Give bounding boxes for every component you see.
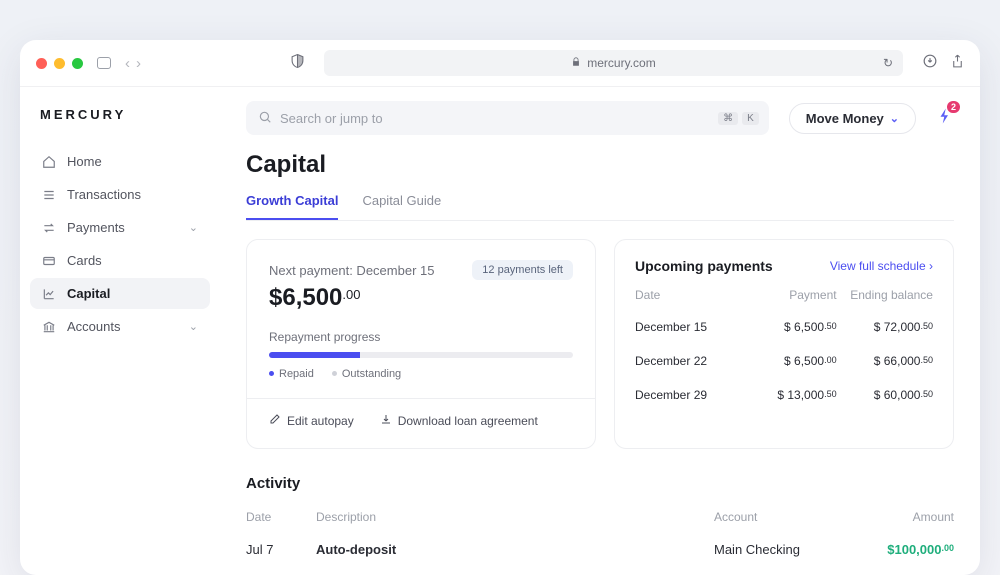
next-payment-card: Next payment: December 15 12 payments le…	[246, 239, 596, 449]
keyboard-hint: ⌘ K	[718, 112, 759, 125]
move-money-button[interactable]: Move Money ⌄	[789, 103, 916, 134]
url-host: mercury.com	[587, 56, 655, 70]
chevron-down-icon: ⌄	[189, 320, 198, 333]
bank-icon	[42, 320, 57, 334]
upcoming-row: December 15 $ 6,500.50 $ 72,000.50	[635, 310, 933, 344]
chevron-down-icon: ⌄	[189, 221, 198, 234]
next-payment-amount: $6,500.00	[269, 284, 573, 312]
search-icon	[258, 110, 272, 127]
notifications-button[interactable]: 2	[936, 107, 954, 130]
search-input[interactable]: Search or jump to ⌘ K	[246, 101, 769, 135]
upcoming-row: December 29 $ 13,000.50 $ 60,000.50	[635, 378, 933, 412]
home-icon	[42, 155, 57, 169]
payments-left-pill: 12 payments left	[472, 260, 573, 280]
activity-header: Date Description Account Amount	[246, 504, 954, 530]
notification-badge: 2	[947, 101, 960, 113]
tab-growth-capital[interactable]: Growth Capital	[246, 193, 338, 220]
sidebar-item-label: Capital	[67, 286, 110, 301]
list-icon	[42, 188, 57, 202]
minimize-dot[interactable]	[54, 58, 65, 69]
download-icon[interactable]	[923, 54, 937, 72]
privacy-shield-icon[interactable]	[291, 54, 304, 73]
edit-autopay-button[interactable]: Edit autopay	[269, 413, 354, 428]
edit-icon	[269, 413, 281, 428]
download-icon	[380, 413, 392, 428]
page-title: Capital	[246, 151, 954, 179]
close-dot[interactable]	[36, 58, 47, 69]
download-agreement-button[interactable]: Download loan agreement	[380, 413, 538, 428]
col-payment: Payment	[749, 288, 837, 302]
col-balance: Ending balance	[837, 288, 933, 302]
sidebar-item-label: Cards	[67, 253, 102, 268]
lock-icon	[571, 56, 581, 70]
chevron-down-icon: ⌄	[890, 112, 899, 125]
next-payment-label: Next payment: December 15	[269, 263, 434, 278]
main-content: Search or jump to ⌘ K Move Money ⌄ 2 Cap…	[220, 87, 980, 575]
chart-icon	[42, 287, 57, 301]
back-icon[interactable]: ‹	[125, 55, 130, 72]
browser-chrome: ‹ › mercury.com ↻	[20, 40, 980, 87]
activity-title: Activity	[246, 475, 954, 492]
activity-row[interactable]: Jul 7 Auto-deposit Main Checking $100,00…	[246, 530, 954, 563]
sidebar-item-label: Transactions	[67, 187, 141, 202]
repayment-progress-bar	[269, 352, 573, 358]
url-bar[interactable]: mercury.com ↻	[324, 50, 903, 76]
transfer-icon	[42, 221, 57, 235]
upcoming-title: Upcoming payments	[635, 258, 773, 274]
tab-capital-guide[interactable]: Capital Guide	[362, 193, 441, 220]
col-date: Date	[635, 288, 749, 302]
sidebar-toggle-icon[interactable]	[97, 57, 111, 69]
forward-icon[interactable]: ›	[136, 55, 141, 72]
card-icon	[42, 254, 57, 268]
view-full-schedule-link[interactable]: View full schedule ›	[830, 259, 933, 273]
repayment-progress-label: Repayment progress	[269, 330, 573, 344]
topbar: Search or jump to ⌘ K Move Money ⌄ 2	[246, 101, 954, 135]
sidebar-item-transactions[interactable]: Transactions	[30, 179, 210, 210]
upcoming-payments-card: Upcoming payments View full schedule › D…	[614, 239, 954, 449]
sidebar-item-home[interactable]: Home	[30, 146, 210, 177]
upcoming-row: December 22 $ 6,500.00 $ 66,000.50	[635, 344, 933, 378]
share-icon[interactable]	[951, 54, 964, 72]
tabs: Growth Capital Capital Guide	[246, 193, 954, 221]
search-placeholder: Search or jump to	[280, 111, 383, 126]
brand-logo: MERCURY	[30, 101, 210, 146]
sidebar-item-cards[interactable]: Cards	[30, 245, 210, 276]
sidebar-item-capital[interactable]: Capital	[30, 278, 210, 309]
zoom-dot[interactable]	[72, 58, 83, 69]
sidebar-item-label: Accounts	[67, 319, 120, 334]
sidebar-item-payments[interactable]: Payments ⌄	[30, 212, 210, 243]
sidebar-item-label: Home	[67, 154, 102, 169]
sidebar-item-label: Payments	[67, 220, 125, 235]
progress-legend: Repaid Outstanding	[269, 368, 573, 380]
app-frame: MERCURY Home Transactions Payments ⌄ Car…	[20, 87, 980, 575]
move-money-label: Move Money	[806, 111, 884, 126]
refresh-icon[interactable]: ↻	[883, 56, 893, 70]
traffic-lights	[36, 58, 83, 69]
browser-window: ‹ › mercury.com ↻ MERCURY Hom	[20, 40, 980, 575]
sidebar-item-accounts[interactable]: Accounts ⌄	[30, 311, 210, 342]
sidebar: MERCURY Home Transactions Payments ⌄ Car…	[20, 87, 220, 575]
